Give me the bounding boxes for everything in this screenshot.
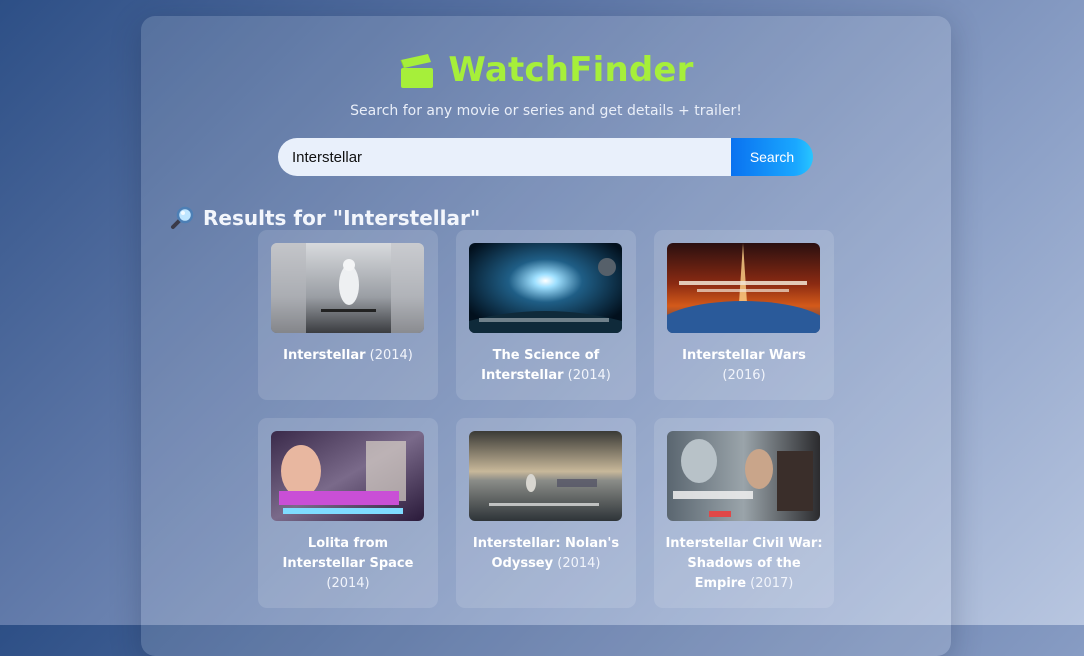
- result-year: (2014): [326, 576, 370, 591]
- result-caption: Interstellar (2014): [266, 346, 430, 366]
- result-caption: Interstellar: Nolan's Odyssey (2014): [464, 534, 628, 574]
- poster-image: [667, 431, 820, 521]
- result-card[interactable]: Lolita from Interstellar Space (2014): [258, 418, 438, 608]
- result-card[interactable]: The Science of Interstellar (2014): [456, 230, 636, 400]
- brand: WatchFinder: [141, 50, 951, 90]
- search-bar: Search: [278, 138, 813, 176]
- results-heading: Results for "Interstellar": [169, 205, 480, 231]
- result-year: (2014): [557, 556, 601, 571]
- result-caption: The Science of Interstellar (2014): [464, 346, 628, 386]
- magnifier-icon: [171, 206, 194, 229]
- result-caption: Lolita from Interstellar Space (2014): [266, 534, 430, 594]
- result-card[interactable]: Interstellar: Nolan's Odyssey (2014): [456, 418, 636, 608]
- search-input[interactable]: [278, 138, 731, 176]
- result-title: Interstellar Civil War: Shadows of the E…: [665, 536, 823, 591]
- poster-image: [469, 431, 622, 521]
- result-year: (2016): [722, 368, 766, 383]
- result-title: Lolita from Interstellar Space: [282, 536, 414, 571]
- result-card[interactable]: Interstellar Civil War: Shadows of the E…: [654, 418, 834, 608]
- results-heading-text: Results for "Interstellar": [203, 206, 481, 230]
- poster-image: [469, 243, 622, 333]
- result-year: (2014): [567, 368, 611, 383]
- result-card[interactable]: Interstellar Wars (2016): [654, 230, 834, 400]
- app-title: WatchFinder: [448, 50, 694, 90]
- poster-image: [667, 243, 820, 333]
- result-caption: Interstellar Wars (2016): [662, 346, 826, 386]
- results-grid: Interstellar (2014) The Science of Inter…: [258, 230, 834, 608]
- result-year: (2017): [750, 576, 794, 591]
- clapperboard-icon: [400, 54, 434, 88]
- poster-image: [271, 431, 424, 521]
- result-year: (2014): [369, 348, 413, 363]
- result-title: Interstellar Wars: [682, 348, 806, 363]
- tagline: Search for any movie or series and get d…: [350, 103, 742, 119]
- result-title: Interstellar: [283, 348, 366, 363]
- main-panel: WatchFinder Search for any movie or seri…: [141, 16, 951, 656]
- result-card[interactable]: Interstellar (2014): [258, 230, 438, 400]
- search-button[interactable]: Search: [731, 138, 813, 176]
- poster-image: [271, 243, 424, 333]
- result-caption: Interstellar Civil War: Shadows of the E…: [662, 534, 826, 594]
